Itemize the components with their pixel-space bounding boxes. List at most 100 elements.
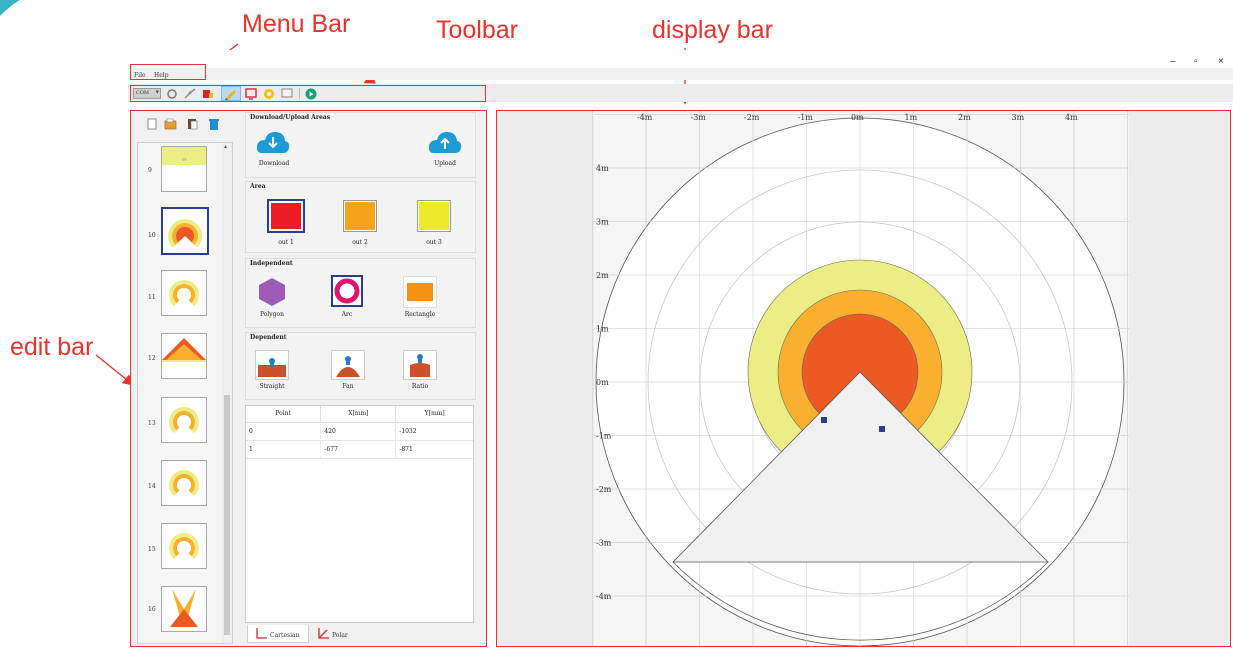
menu-bar	[128, 68, 1233, 80]
field-list-scrollbar[interactable]: ▴	[222, 143, 232, 643]
chat-icon[interactable]	[280, 88, 294, 100]
area-out3-label: out 3	[426, 239, 442, 246]
disconnect-icon[interactable]	[183, 88, 197, 100]
menu-help[interactable]: Help	[154, 72, 169, 79]
field-thumbnail-9[interactable]: ok	[161, 146, 207, 192]
tab-polar-label: Polar	[332, 632, 348, 639]
copy-icon[interactable]	[186, 118, 200, 130]
area-out3-swatch[interactable]	[417, 200, 451, 232]
trash-icon[interactable]	[207, 118, 221, 130]
open-folder-icon[interactable]	[164, 118, 178, 130]
download-label: Download	[258, 160, 290, 167]
field-thumbnail-14[interactable]	[161, 460, 207, 506]
com-port-select[interactable]: COM ▾	[133, 88, 161, 99]
table-row[interactable]: 0 420 -1032	[246, 422, 473, 440]
rectangle-tool[interactable]	[403, 276, 437, 308]
menu-file[interactable]: File	[134, 72, 146, 79]
tab-cartesian-label: Cartesian	[270, 632, 300, 639]
arc-label: Arc	[341, 311, 353, 318]
svg-text:ok: ok	[182, 157, 187, 162]
field-number: 16	[148, 606, 156, 613]
rectangle-label: Rectangle	[404, 311, 436, 318]
field-thumbnail-10[interactable]	[161, 207, 209, 255]
area-out2-label: out 2	[352, 239, 368, 246]
scroll-up-arrow[interactable]: ▴	[224, 143, 227, 150]
area-out1-color	[271, 203, 301, 229]
cartesian-axes-icon	[256, 628, 267, 639]
polygon-icon	[259, 278, 285, 306]
field-preview-14	[168, 470, 200, 503]
scrollbar-thumb[interactable]	[224, 395, 230, 635]
field-number: 14	[148, 483, 156, 490]
table-cell[interactable]: -1032	[396, 422, 473, 440]
table-cell[interactable]: -677	[320, 440, 397, 458]
area-out2-swatch[interactable]	[343, 200, 377, 232]
ratio-icon	[410, 354, 430, 377]
field-thumbnail-13[interactable]	[161, 397, 207, 443]
field-preview-13	[168, 407, 200, 440]
device-icon[interactable]	[201, 88, 215, 100]
corner-decoration	[0, 0, 20, 16]
fan-icon	[336, 356, 360, 377]
maximize-button[interactable]: ▫	[1194, 56, 1198, 67]
arc-tool[interactable]	[331, 275, 363, 307]
upload-label: Upload	[434, 160, 456, 167]
upload-cloud-icon[interactable]	[428, 129, 462, 155]
table-header: Y[mm]	[424, 410, 445, 418]
straight-icon	[258, 358, 286, 377]
settings-icon[interactable]	[262, 88, 276, 100]
group-title: Area	[250, 183, 266, 190]
polygon-tool[interactable]	[255, 276, 289, 308]
chevron-down-icon: ▾	[155, 89, 159, 96]
group-title: Independent	[250, 260, 293, 267]
table-cell[interactable]: -871	[396, 440, 473, 458]
play-icon[interactable]	[305, 88, 319, 100]
edit-mode-button[interactable]	[221, 86, 241, 101]
field-preview-15	[168, 533, 200, 566]
fan-label: Fan	[342, 383, 354, 390]
straight-label: Straight	[259, 383, 285, 390]
field-thumbnail-11[interactable]	[161, 270, 207, 316]
ratio-label: Ratio	[411, 383, 429, 390]
field-number: 15	[148, 546, 156, 553]
table-cell[interactable]: 1	[246, 440, 322, 458]
field-thumbnail-12[interactable]	[161, 333, 207, 379]
pencil-icon	[225, 90, 236, 100]
window-titlebar	[128, 50, 1233, 68]
field-thumbnail-15[interactable]	[161, 523, 207, 569]
field-number: 10	[148, 232, 156, 239]
group-title: Download/Upload Areas	[250, 114, 331, 121]
connect-icon[interactable]	[165, 88, 179, 100]
ratio-tool[interactable]	[403, 350, 437, 380]
arc-icon	[334, 278, 360, 304]
new-file-icon[interactable]	[146, 118, 158, 130]
toolbar-separator	[299, 88, 300, 99]
fan-tool[interactable]	[331, 350, 365, 380]
point-table-grid: Point X[mm] Y[mm] 0 420 -1032 1 -677 -87…	[246, 406, 473, 459]
straight-tool[interactable]	[255, 350, 289, 380]
field-number: 11	[148, 294, 156, 301]
table-cell[interactable]: 420	[320, 422, 397, 440]
download-cloud-icon[interactable]	[256, 129, 290, 155]
area-out1-swatch[interactable]	[267, 199, 305, 233]
com-port-value: COM	[136, 90, 150, 96]
field-number: 13	[148, 420, 156, 427]
area-out3-color	[419, 202, 449, 230]
table-cell[interactable]: 0	[246, 422, 322, 440]
edit-bar-arrow	[95, 354, 135, 386]
minimize-button[interactable]: –	[1170, 56, 1176, 67]
polar-axes-icon	[318, 628, 329, 639]
field-preview-16	[170, 589, 198, 627]
field-preview-12	[162, 338, 206, 362]
field-thumbnail-16[interactable]	[161, 586, 207, 632]
rectangle-icon	[407, 283, 433, 301]
display-bar-highlight	[496, 110, 1231, 647]
group-title: Dependent	[250, 334, 287, 341]
table-row[interactable]: 1 -677 -871	[246, 440, 473, 458]
tab-cartesian[interactable]: Cartesian	[247, 625, 309, 643]
close-button[interactable]: ×	[1218, 56, 1224, 67]
monitor-icon[interactable]	[244, 88, 258, 100]
tab-polar[interactable]: Polar	[312, 625, 362, 643]
table-header: Point	[246, 406, 322, 422]
field-preview-11	[168, 280, 200, 313]
